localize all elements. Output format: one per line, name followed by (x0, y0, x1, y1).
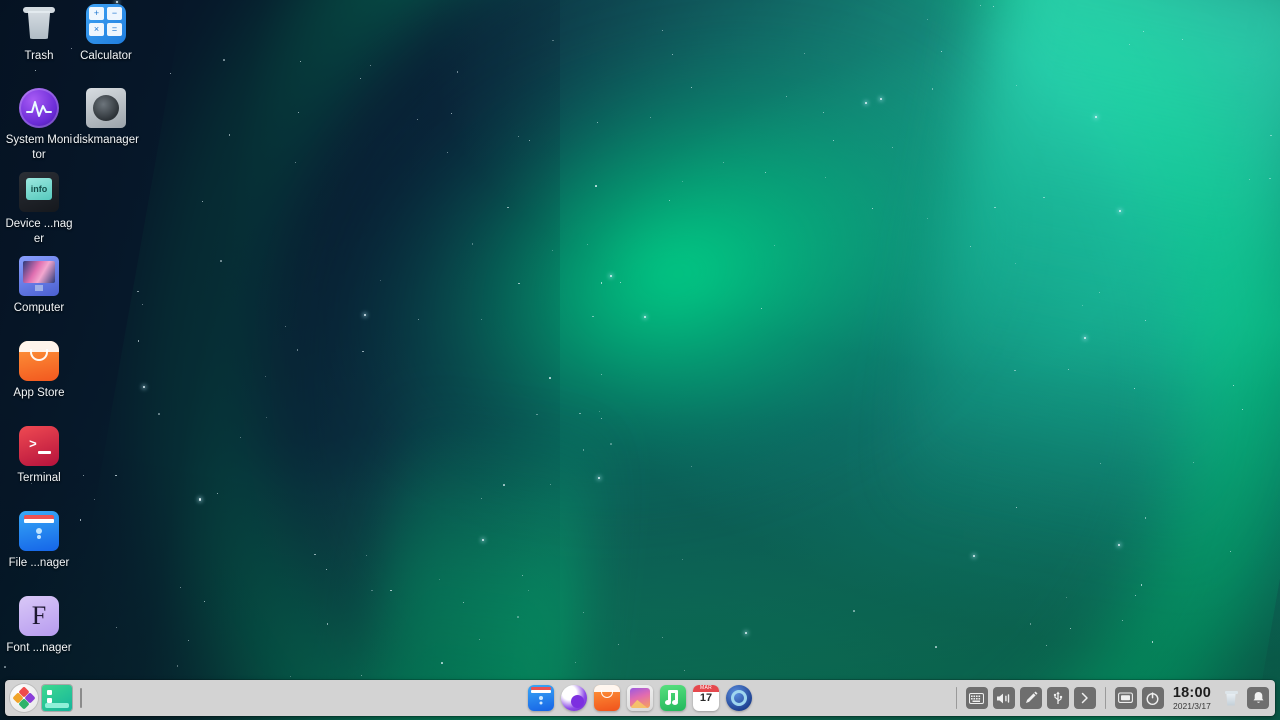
taskbar-separator (80, 688, 82, 708)
desktop-icon-label: Calculator (72, 49, 140, 64)
chevron-right-icon[interactable] (1074, 687, 1096, 709)
power-icon[interactable] (1142, 687, 1164, 709)
terminal-icon: > (19, 426, 59, 466)
tray-separator-right (1105, 687, 1106, 709)
dock-settings[interactable] (726, 685, 752, 711)
desktop-icon-disk-manager[interactable]: diskmanager (72, 88, 140, 148)
desktop-icon-system-monitor[interactable]: System Monitor (5, 88, 73, 162)
desktop-icon-label: Device ...nager (5, 217, 73, 246)
desktop-icon-label: Trash (5, 49, 73, 64)
desktop-icon-label: File ...nager (5, 556, 73, 571)
starfield (0, 0, 1280, 720)
display-icon[interactable] (1115, 687, 1137, 709)
desktop-icon-trash[interactable]: Trash (5, 4, 73, 64)
system-monitor-icon (19, 88, 59, 128)
desktop-icon-app-store[interactable]: App Store (5, 341, 73, 401)
device-manager-icon: info (19, 172, 59, 212)
file-manager-icon (19, 511, 59, 551)
app-launcher-button[interactable] (10, 684, 38, 712)
calendar-day-label: 17 (693, 692, 719, 705)
dock-calendar[interactable]: MAR 17 (693, 685, 719, 711)
dock-app-store[interactable] (594, 685, 620, 711)
font-manager-icon: F (19, 596, 59, 636)
computer-icon (19, 256, 59, 296)
disk-manager-icon (86, 88, 126, 128)
app-store-icon (19, 341, 59, 381)
desktop-icon-label: System Monitor (5, 133, 73, 162)
tray-separator-left (956, 687, 957, 709)
brightness-pen-icon[interactable] (1020, 687, 1042, 709)
desktop-icon-label: App Store (5, 386, 73, 401)
dock-file-manager[interactable] (528, 685, 554, 711)
desktop-icon-label: Font ...nager (5, 641, 73, 656)
keyboard-icon[interactable] (966, 687, 988, 709)
calculator-icon: +−×= (86, 4, 126, 44)
clock[interactable]: 18:00 2021/3/17 (1169, 686, 1215, 710)
clock-time: 18:00 (1173, 686, 1211, 701)
dock-image-viewer[interactable] (627, 685, 653, 711)
desktop[interactable]: Trash +−×= Calculator System Monitordiskman… (0, 0, 1280, 720)
dock-browser[interactable] (561, 685, 587, 711)
desktop-icon-terminal[interactable]: > Terminal (5, 426, 73, 486)
desktop-icon-calculator[interactable]: +−×= Calculator (72, 4, 140, 64)
taskbar-window-terminal[interactable] (42, 685, 72, 711)
clock-date: 2021/3/17 (1173, 702, 1211, 711)
usb-icon[interactable] (1047, 687, 1069, 709)
trash-icon (19, 4, 59, 44)
volume-icon[interactable] (993, 687, 1015, 709)
taskbar[interactable]: MAR 17 (5, 680, 1275, 716)
notification-bell-icon[interactable] (1247, 687, 1269, 709)
system-tray[interactable]: 18:00 2021/3/17 (952, 686, 1275, 710)
desktop-icon-file-manager[interactable]: File ...nager (5, 511, 73, 571)
calendar-month-label: MAR (693, 685, 719, 692)
tray-trash-icon[interactable] (1220, 687, 1242, 709)
desktop-icon-label: diskmanager (72, 133, 140, 148)
desktop-icon-device-manager[interactable]: info Device ...nager (5, 172, 73, 246)
desktop-icon-label: Terminal (5, 471, 73, 486)
dock-music[interactable] (660, 685, 686, 711)
desktop-icon-computer[interactable]: Computer (5, 256, 73, 316)
desktop-icon-label: Computer (5, 301, 73, 316)
taskbar-left-group (5, 684, 86, 712)
dock[interactable]: MAR 17 (528, 685, 752, 711)
desktop-icon-font-manager[interactable]: F Font ...nager (5, 596, 73, 656)
